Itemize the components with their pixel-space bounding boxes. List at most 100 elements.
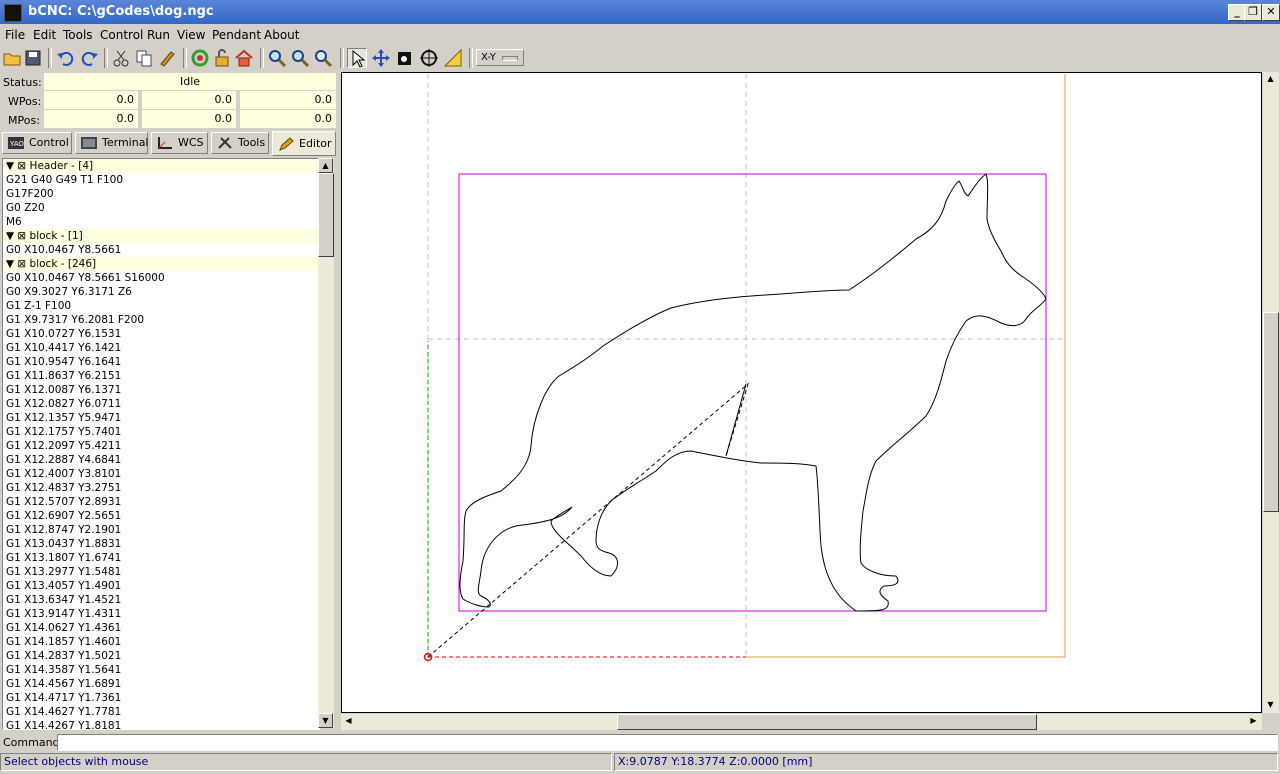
- undo-icon[interactable]: [55, 48, 75, 68]
- save-icon[interactable]: [23, 48, 43, 68]
- dog-toolpath: [459, 173, 1047, 612]
- plane-selector[interactable]: X-Y: [476, 49, 524, 66]
- editor-line[interactable]: G0 X10.0467 Y8.5661: [3, 243, 319, 257]
- editor-line[interactable]: G0 X10.0467 Y8.5661 S16000: [3, 271, 319, 285]
- command-label: Command:: [3, 736, 64, 749]
- canvas-hscroll-thumb[interactable]: [617, 714, 1037, 730]
- editor-line[interactable]: G1 X12.5707 Y2.8931: [3, 495, 319, 509]
- tab-terminal-label: Terminal: [102, 136, 149, 149]
- maximize-button[interactable]: ❐: [1244, 4, 1262, 21]
- editor-line[interactable]: G1 X13.2977 Y1.5481: [3, 565, 319, 579]
- editor-line[interactable]: G1 X12.2097 Y5.4211: [3, 439, 319, 453]
- editor-line[interactable]: G1 X10.4417 Y6.1421: [3, 341, 319, 355]
- paste-icon[interactable]: [157, 48, 177, 68]
- open-icon[interactable]: [2, 48, 22, 68]
- menu-about[interactable]: About: [264, 28, 299, 42]
- toolpath-view[interactable]: [342, 73, 1261, 712]
- editor-line[interactable]: G1 X12.2887 Y4.6841: [3, 453, 319, 467]
- command-input[interactable]: [57, 734, 1278, 751]
- scroll-thumb[interactable]: [318, 173, 334, 257]
- editor-line[interactable]: G1 X12.4007 Y3.8101: [3, 467, 319, 481]
- editor-line[interactable]: G1 X13.9147 Y1.4311: [3, 607, 319, 621]
- zoom-in-icon[interactable]: [267, 48, 287, 68]
- editor-line[interactable]: G1 X10.0727 Y6.1531: [3, 327, 319, 341]
- canvas-vscrollbar[interactable]: ▲ ▼: [1263, 72, 1279, 713]
- menu-bar: File Edit Tools Control Run View Pendant…: [0, 26, 1280, 44]
- copy-icon[interactable]: [134, 48, 154, 68]
- canvas-scroll-left-icon[interactable]: ◀: [341, 714, 356, 729]
- editor-line[interactable]: G1 X12.0827 Y6.0711: [3, 397, 319, 411]
- cut-icon[interactable]: [111, 48, 131, 68]
- mpos-label: MPos:: [8, 114, 40, 127]
- camera-icon[interactable]: [395, 48, 415, 68]
- editor-line[interactable]: G21 G40 G49 T1 F100: [3, 173, 319, 187]
- editor-line[interactable]: G1 X12.1757 Y5.7401: [3, 425, 319, 439]
- editor-block-header[interactable]: ▼ ⊠ block - [246]: [3, 257, 319, 271]
- menu-file[interactable]: File: [5, 28, 25, 42]
- editor-line[interactable]: G1 X9.7317 Y6.2081 F200: [3, 313, 319, 327]
- editor-line[interactable]: G1 X13.0437 Y1.8831: [3, 537, 319, 551]
- menu-view[interactable]: View: [177, 28, 205, 42]
- menu-control[interactable]: Control: [100, 28, 143, 42]
- ruler-icon[interactable]: [443, 48, 463, 68]
- tab-editor[interactable]: Editor: [272, 131, 336, 156]
- editor-line[interactable]: G1 X14.4627 Y1.7781: [3, 705, 319, 719]
- editor-line[interactable]: G1 X12.6907 Y2.5651: [3, 509, 319, 523]
- editor-line[interactable]: G1 X14.4267 Y1.8181: [3, 719, 319, 729]
- menu-run[interactable]: Run: [147, 28, 170, 42]
- home-icon[interactable]: [234, 48, 254, 68]
- close-button[interactable]: ✕: [1262, 4, 1280, 21]
- editor-line[interactable]: G0 Z20: [3, 201, 319, 215]
- zoom-out-icon[interactable]: [290, 48, 310, 68]
- editor-line[interactable]: G1 X12.8747 Y2.1901: [3, 523, 319, 537]
- canvas-scroll-down-icon[interactable]: ▼: [1263, 698, 1278, 713]
- editor-line[interactable]: G1 X14.4567 Y1.6891: [3, 677, 319, 691]
- control-icon: YAO: [8, 137, 24, 149]
- editor-line[interactable]: G17F200: [3, 187, 319, 201]
- wpos-x: 0.0: [44, 91, 138, 109]
- editor-line[interactable]: G1 Z-1 F100: [3, 299, 319, 313]
- editor-line[interactable]: G1 X14.3587 Y1.5641: [3, 663, 319, 677]
- editor-line[interactable]: G1 X12.1357 Y5.9471: [3, 411, 319, 425]
- editor-block-header[interactable]: ▼ ⊠ Header - [4]: [3, 159, 319, 173]
- menu-pendant[interactable]: Pendant: [212, 28, 261, 42]
- editor-line[interactable]: M6: [3, 215, 319, 229]
- editor-line[interactable]: G1 X13.1807 Y1.6741: [3, 551, 319, 565]
- menu-edit[interactable]: Edit: [33, 28, 56, 42]
- editor-line[interactable]: G1 X12.4837 Y3.2751: [3, 481, 319, 495]
- canvas-scroll-up-icon[interactable]: ▲: [1263, 72, 1278, 87]
- gantry-icon[interactable]: [419, 48, 439, 68]
- select-tool-icon[interactable]: [347, 48, 367, 68]
- tab-terminal[interactable]: Terminal: [75, 132, 149, 154]
- canvas-vscroll-thumb[interactable]: [1263, 312, 1279, 512]
- editor-line[interactable]: G1 X14.2837 Y1.5021: [3, 649, 319, 663]
- redo-icon[interactable]: [80, 48, 100, 68]
- tab-editor-label: Editor: [299, 137, 332, 150]
- pan-tool-icon[interactable]: [371, 48, 391, 68]
- editor-line[interactable]: G1 X14.1857 Y1.4601: [3, 635, 319, 649]
- editor-block-header[interactable]: ▼ ⊠ block - [1]: [3, 229, 319, 243]
- editor-line[interactable]: G0 X9.3027 Y6.3171 Z6: [3, 285, 319, 299]
- tab-control[interactable]: YAO Control: [2, 132, 72, 154]
- unlock-icon[interactable]: [212, 48, 232, 68]
- gcode-editor[interactable]: ▼ ⊠ Header - [4] G21 G40 G49 T1 F100 G17F2…: [2, 158, 320, 730]
- editor-line[interactable]: G1 X13.4057 Y1.4901: [3, 579, 319, 593]
- menu-tools[interactable]: Tools: [63, 28, 93, 42]
- editor-line[interactable]: G1 X11.8637 Y6.2151: [3, 369, 319, 383]
- editor-line[interactable]: G1 X10.9547 Y6.1641: [3, 355, 319, 369]
- drawing-canvas[interactable]: [341, 72, 1262, 713]
- editor-line[interactable]: G1 X14.4717 Y1.7361: [3, 691, 319, 705]
- tab-tools[interactable]: Tools: [211, 132, 269, 154]
- scroll-down-icon[interactable]: ▼: [318, 713, 333, 728]
- editor-line[interactable]: G1 X12.0087 Y6.1371: [3, 383, 319, 397]
- zoom-fit-icon[interactable]: [313, 48, 333, 68]
- tab-tools-label: Tools: [238, 136, 266, 149]
- tab-wcs[interactable]: WCS: [151, 132, 208, 154]
- reload-icon[interactable]: [190, 48, 210, 68]
- canvas-scroll-right-icon[interactable]: ▶: [1246, 714, 1261, 729]
- editor-scrollbar[interactable]: ▲ ▼: [318, 158, 334, 728]
- editor-line[interactable]: G1 X13.6347 Y1.4521: [3, 593, 319, 607]
- scroll-up-icon[interactable]: ▲: [318, 158, 333, 173]
- editor-line[interactable]: G1 X14.0627 Y1.4361: [3, 621, 319, 635]
- canvas-hscrollbar[interactable]: ◀ ▶: [341, 714, 1262, 730]
